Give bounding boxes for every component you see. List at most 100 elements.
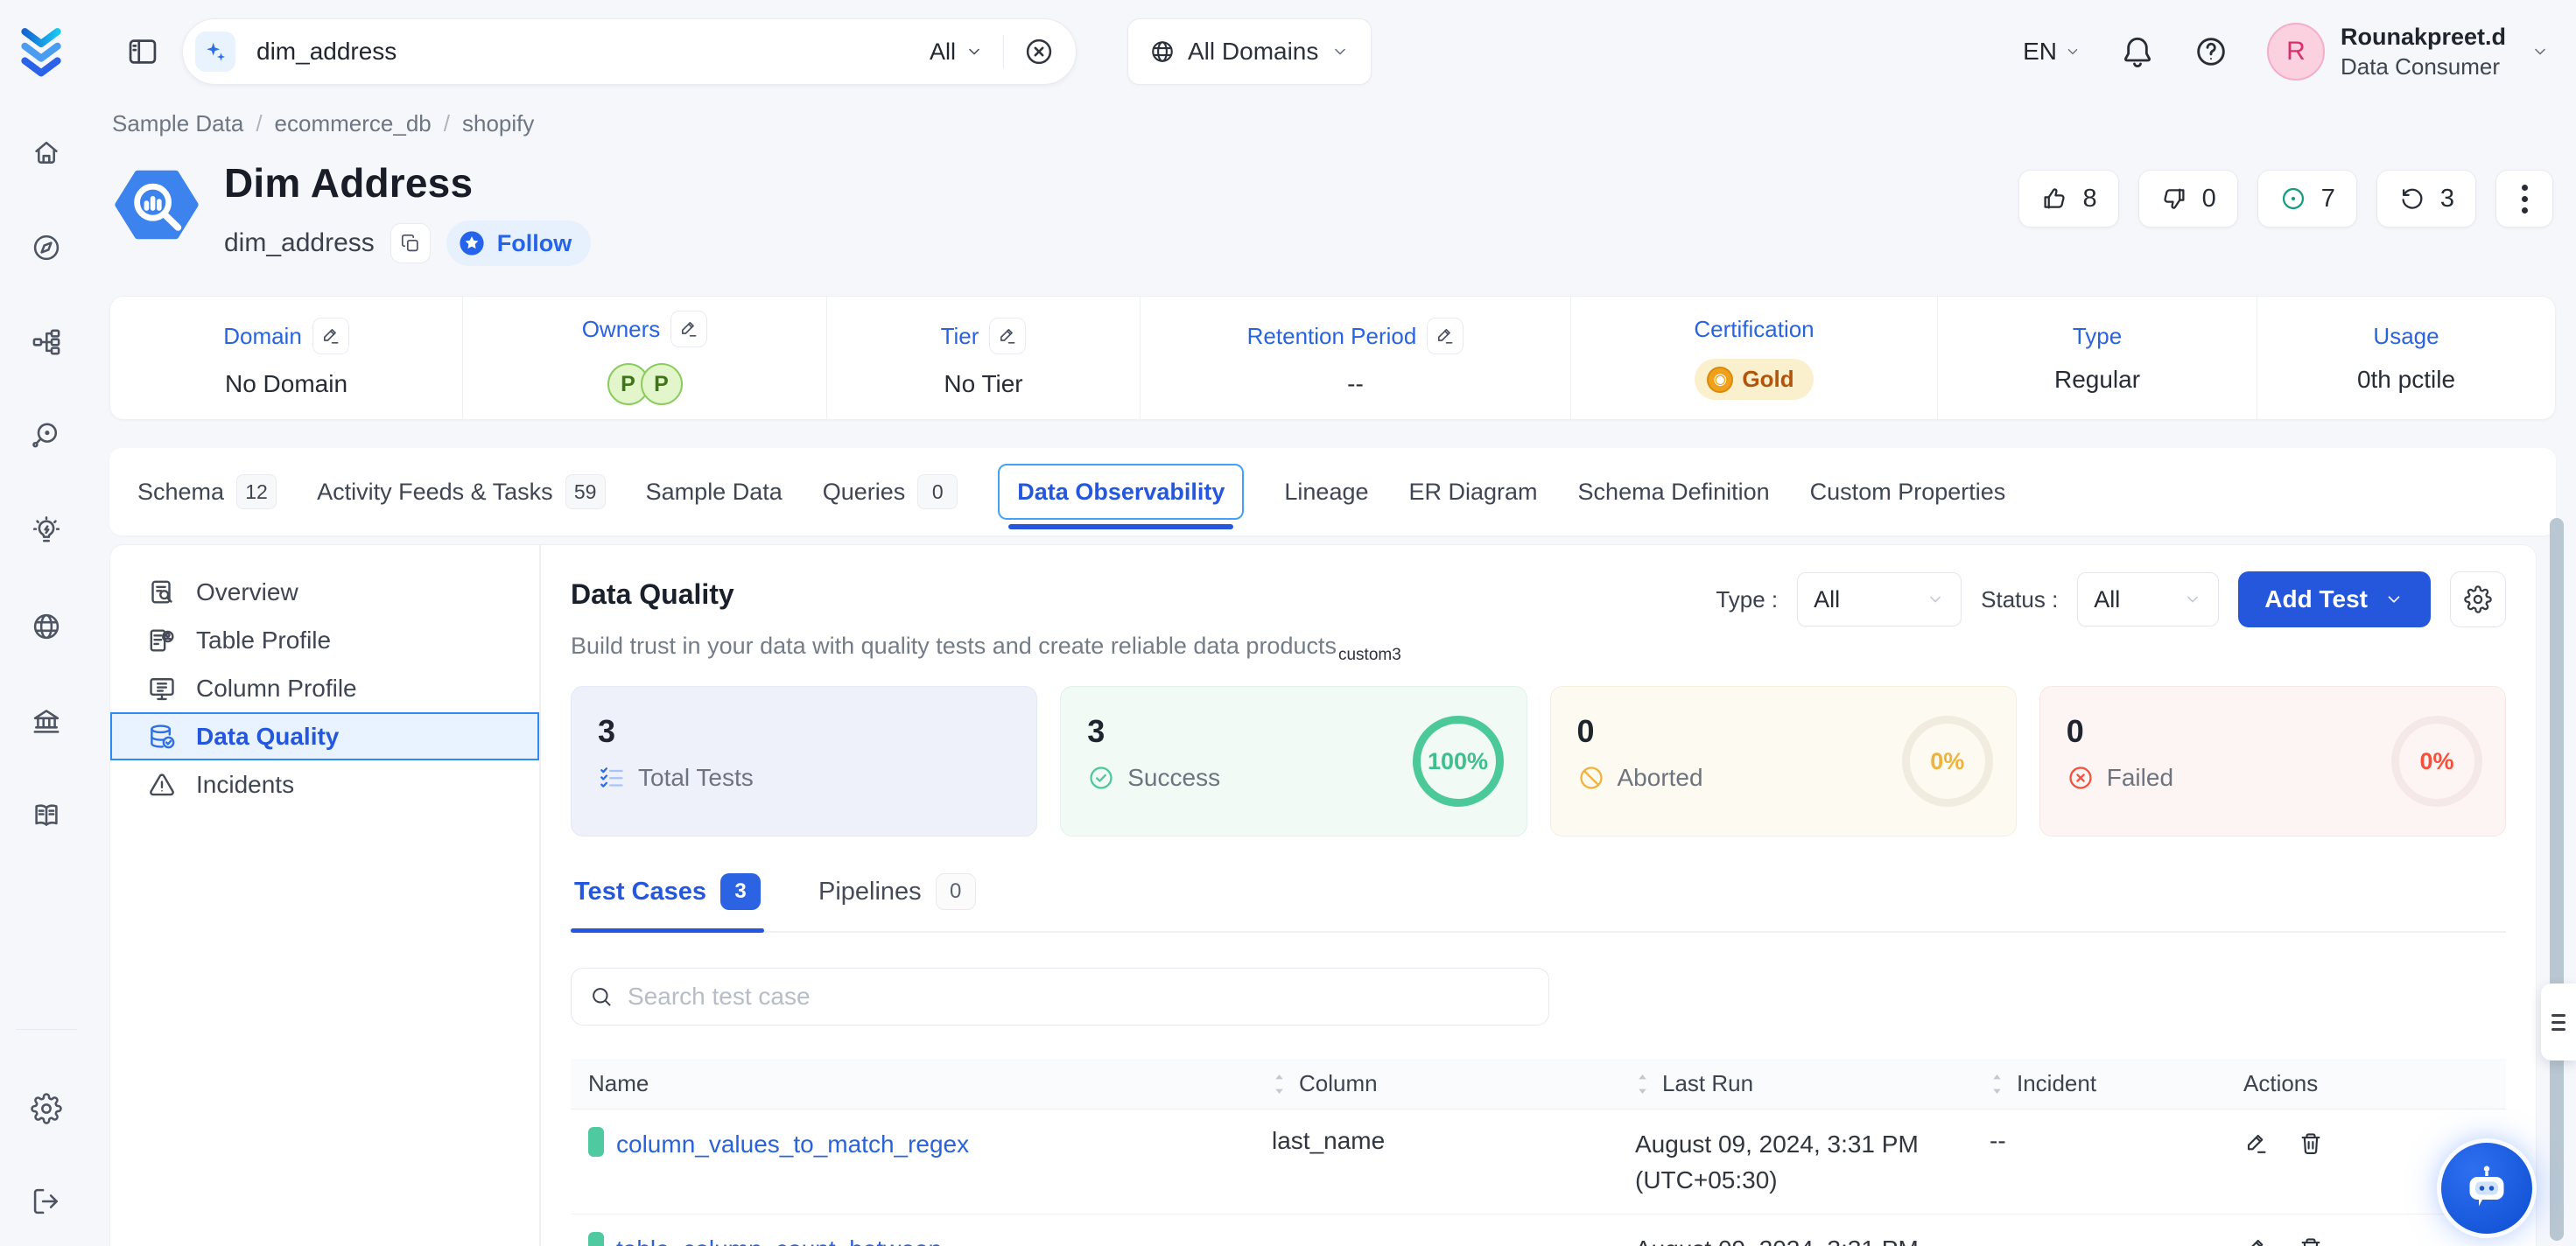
edit-icon[interactable] (2243, 1130, 2270, 1157)
help-icon[interactable] (2193, 34, 2229, 69)
tasks-button[interactable]: 7 (2257, 170, 2357, 228)
tab-custom-properties[interactable]: Custom Properties (1810, 479, 2006, 506)
clear-search-icon[interactable] (1023, 36, 1055, 67)
rail-lineage-icon[interactable] (21, 317, 72, 368)
owner-avatar[interactable]: P (641, 363, 683, 405)
upvote-button[interactable]: 8 (2018, 170, 2118, 228)
column-header-column[interactable]: Column (1272, 1070, 1635, 1097)
downvote-button[interactable]: 0 (2138, 170, 2238, 228)
rail-glossary-icon[interactable] (21, 790, 72, 841)
status-filter-select[interactable]: All (2077, 572, 2219, 626)
submenu-item-overview[interactable]: Overview (110, 568, 539, 616)
subtitle-suffix: custom3 (1338, 646, 1401, 664)
trash-icon[interactable] (2298, 1130, 2324, 1157)
column-header-incident[interactable]: Incident (1990, 1070, 2243, 1097)
target-icon (2279, 185, 2307, 213)
rail-logout-icon[interactable] (21, 1176, 72, 1227)
rail-insights-icon[interactable] (21, 506, 72, 556)
follow-button[interactable]: Follow (446, 220, 591, 266)
submenu-item-column-profile[interactable]: Column Profile (110, 664, 539, 712)
tab-label: Lineage (1284, 479, 1368, 506)
tab-sample-data[interactable]: Sample Data (646, 479, 783, 506)
tab-er-diagram[interactable]: ER Diagram (1409, 479, 1538, 506)
edit-domain-button[interactable] (312, 318, 349, 354)
tab-label: Data Observability (1017, 479, 1225, 506)
tab-queries[interactable]: Queries0 (823, 474, 958, 509)
add-test-label: Add Test (2264, 585, 2368, 613)
type-filter-select[interactable]: All (1797, 572, 1962, 626)
version-history-button[interactable]: 3 (2376, 170, 2476, 228)
sort-icon[interactable] (1272, 1073, 1287, 1096)
test-case-link[interactable]: table_column_count_between (616, 1232, 942, 1246)
meta-retention: Retention Period -- (1141, 297, 1571, 419)
status-indicator (588, 1232, 604, 1246)
quality-settings-button[interactable] (2450, 571, 2506, 627)
incident-value: -- (1990, 1232, 2006, 1246)
section-title: Data Quality (571, 578, 734, 611)
column-header-last-run[interactable]: Last Run (1635, 1070, 1990, 1097)
tab-label: Custom Properties (1810, 479, 2006, 506)
edit-icon[interactable] (2243, 1236, 2270, 1246)
submenu-item-data-quality[interactable]: Data Quality (110, 712, 539, 760)
global-search-input[interactable] (256, 38, 930, 66)
tab-test-cases[interactable]: Test Cases3 (571, 866, 764, 931)
sort-icon[interactable] (1635, 1073, 1650, 1096)
star-icon (457, 228, 487, 258)
edit-retention-button[interactable] (1427, 318, 1463, 354)
chatbot-button[interactable] (2441, 1143, 2532, 1234)
trash-icon[interactable] (2298, 1236, 2324, 1246)
tab-count: 0 (917, 474, 958, 509)
user-role: Data Consumer (2341, 52, 2506, 81)
last-run-datetime: August 09, 2024, 3:31 PM (1635, 1232, 1919, 1246)
rail-observability-icon[interactable] (21, 410, 72, 461)
search-scope-dropdown[interactable]: All (930, 38, 984, 66)
rail-settings-icon[interactable] (21, 1083, 72, 1134)
tab-activity-feeds[interactable]: Activity Feeds & Tasks59 (317, 474, 606, 509)
chevron-down-icon (2383, 589, 2404, 610)
user-menu[interactable]: R Rounakpreet.d Data Consumer (2267, 23, 2550, 80)
test-case-search-input[interactable] (628, 983, 1531, 1011)
tab-pipelines[interactable]: Pipelines0 (815, 866, 979, 931)
vertical-scrollbar[interactable] (2550, 518, 2564, 1241)
test-case-link[interactable]: column_values_to_match_regex (616, 1127, 969, 1162)
tab-lineage[interactable]: Lineage (1284, 479, 1368, 506)
rail-explore-icon[interactable] (21, 222, 72, 273)
last-run-value: August 09, 2024, 3:31 PM(UTC+05:30) (1635, 1232, 1919, 1246)
rail-domains-icon[interactable] (21, 601, 72, 652)
more-options-button[interactable] (2495, 170, 2553, 228)
breadcrumb-database[interactable]: ecommerce_db (275, 110, 432, 137)
column-profile-icon (147, 674, 177, 704)
submenu-item-incidents[interactable]: Incidents (110, 760, 539, 808)
breadcrumb-schema[interactable]: shopify (462, 110, 534, 137)
status-filter-value: All (2094, 586, 2120, 613)
tab-label: Schema (137, 479, 224, 506)
submenu-item-table-profile[interactable]: Table Profile (110, 616, 539, 664)
tab-schema[interactable]: Schema12 (137, 474, 277, 509)
sort-icon[interactable] (1990, 1073, 2004, 1096)
aborted-percent-ring: 0% (1902, 716, 1993, 807)
meta-usage: Usage 0th pctile (2257, 297, 2555, 419)
test-case-search (571, 968, 1549, 1026)
collapsed-side-widget[interactable] (2541, 984, 2576, 1060)
add-test-button[interactable]: Add Test (2238, 571, 2431, 627)
app-logo-icon[interactable] (16, 24, 67, 79)
notifications-bell-icon[interactable] (2120, 34, 2155, 69)
table-header: Name Column Last Run Incident Actions (571, 1059, 2506, 1110)
aborted-card: 0 Aborted 0% (1550, 686, 2017, 836)
rail-govern-icon[interactable] (21, 696, 72, 747)
all-domains-button[interactable]: All Domains (1127, 18, 1372, 85)
rail-home-icon[interactable] (21, 127, 72, 178)
edit-tier-button[interactable] (989, 318, 1026, 354)
sidebar-toggle-icon[interactable] (123, 32, 163, 72)
language-dropdown[interactable]: EN (2023, 38, 2081, 66)
tab-label: Schema Definition (1578, 479, 1770, 506)
card-label: Failed (2107, 764, 2173, 792)
breadcrumb-service[interactable]: Sample Data (112, 110, 243, 137)
tab-data-observability[interactable]: Data Observability (998, 464, 1244, 520)
tab-schema-definition[interactable]: Schema Definition (1578, 479, 1770, 506)
gear-icon (2464, 585, 2492, 613)
tab-label: Sample Data (646, 479, 783, 506)
copy-name-button[interactable] (390, 223, 431, 263)
edit-owners-button[interactable] (670, 311, 707, 347)
entity-name: dim_address (224, 228, 375, 258)
